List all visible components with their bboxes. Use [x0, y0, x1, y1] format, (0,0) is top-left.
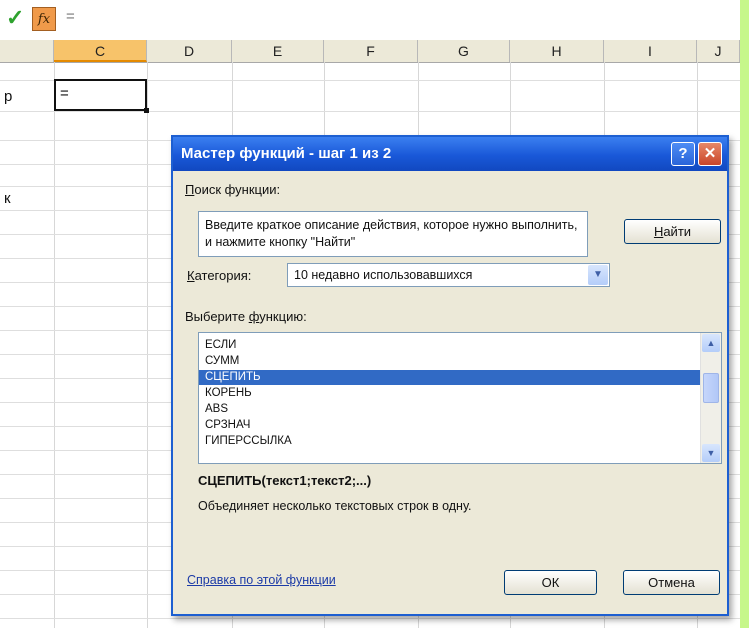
function-signature: СЦЕПИТЬ(текст1;текст2;...) — [198, 473, 372, 488]
column-header-j[interactable]: J — [697, 40, 740, 62]
dialog-title: Мастер функций - шаг 1 из 2 — [181, 145, 392, 162]
scroll-up-icon[interactable]: ▲ — [702, 334, 720, 352]
formula-content[interactable]: = — [66, 8, 75, 25]
scroll-down-icon[interactable]: ▼ — [702, 444, 720, 462]
column-header-f[interactable]: F — [324, 40, 418, 62]
function-help-link[interactable]: Справка по этой функции — [187, 573, 336, 587]
category-select[interactable]: 10 недавно использовавшихся ▼ — [287, 263, 610, 287]
fill-handle[interactable] — [144, 108, 149, 113]
column-header-c[interactable]: C — [54, 40, 147, 62]
grid-line — [147, 62, 148, 628]
function-item[interactable]: ЕСЛИ — [203, 338, 236, 353]
function-item[interactable]: СРЗНАЧ — [203, 418, 250, 433]
scroll-thumb[interactable] — [703, 373, 719, 403]
category-label: Категория: — [187, 268, 251, 283]
column-header-e[interactable]: E — [232, 40, 324, 62]
cell-text-row1[interactable]: р — [4, 88, 12, 105]
close-button[interactable]: ✕ — [698, 142, 722, 166]
search-label: Поиск функции: — [185, 182, 280, 197]
search-label-rest: оиск функции: — [194, 182, 281, 197]
grid-line — [0, 111, 740, 112]
function-description: Объединяет несколько текстовых строк в о… — [198, 499, 472, 513]
category-label-rest: атегория: — [194, 268, 252, 283]
function-wizard-dialog: Мастер функций - шаг 1 из 2 ? ✕ Поиск фу… — [171, 135, 729, 616]
column-header-h[interactable]: H — [510, 40, 604, 62]
functions-label-rest: ункцию: — [259, 309, 307, 324]
function-item[interactable]: ABS — [203, 402, 228, 417]
list-scrollbar[interactable]: ▲ ▼ — [700, 333, 721, 463]
function-item-selected[interactable]: СЦЕПИТЬ — [199, 370, 706, 385]
find-button-mnemonic: Н — [653, 224, 664, 239]
column-header-g[interactable]: G — [418, 40, 510, 62]
functions-label-start: Выберите — [185, 309, 249, 324]
formula-bar: ✓ fx = — [0, 0, 740, 41]
cancel-button[interactable]: Отмена — [623, 570, 720, 595]
function-item[interactable]: ГИПЕРССЫЛКА — [203, 434, 292, 449]
find-button-rest: айти — [663, 224, 692, 239]
column-header-b[interactable] — [0, 40, 54, 62]
column-header-i[interactable]: I — [604, 40, 697, 62]
ok-button[interactable]: ОК — [504, 570, 597, 595]
functions-label-mnemonic: ф — [248, 309, 260, 324]
functions-list[interactable]: ЕСЛИ СУММ СЦЕПИТЬ КОРЕНЬ ABS СРЗНАЧ ГИПЕ… — [198, 332, 722, 464]
category-label-mnemonic: К — [187, 268, 195, 283]
function-item[interactable]: КОРЕНЬ — [203, 386, 252, 401]
grid-line — [0, 618, 740, 619]
grid-line — [54, 62, 55, 628]
enter-check-icon[interactable]: ✓ — [6, 6, 24, 30]
insert-function-button[interactable]: fx — [32, 7, 56, 31]
dialog-titlebar[interactable]: Мастер функций - шаг 1 из 2 ? ✕ — [173, 137, 727, 171]
chevron-down-icon[interactable]: ▼ — [588, 265, 608, 285]
search-label-mnemonic: П — [185, 182, 195, 197]
search-input[interactable]: Введите краткое описание действия, котор… — [198, 211, 588, 257]
find-button[interactable]: Найти — [624, 219, 721, 244]
category-value: 10 недавно использовавшихся — [294, 268, 473, 282]
column-header-d[interactable]: D — [147, 40, 232, 62]
function-item[interactable]: СУММ — [203, 354, 239, 369]
column-headers: C D E F G H I J — [0, 40, 740, 63]
active-cell[interactable]: = — [54, 79, 147, 111]
help-button[interactable]: ? — [671, 142, 695, 166]
cell-text-row2[interactable]: к — [4, 190, 11, 207]
functions-label: Выберите функцию: — [185, 309, 307, 324]
